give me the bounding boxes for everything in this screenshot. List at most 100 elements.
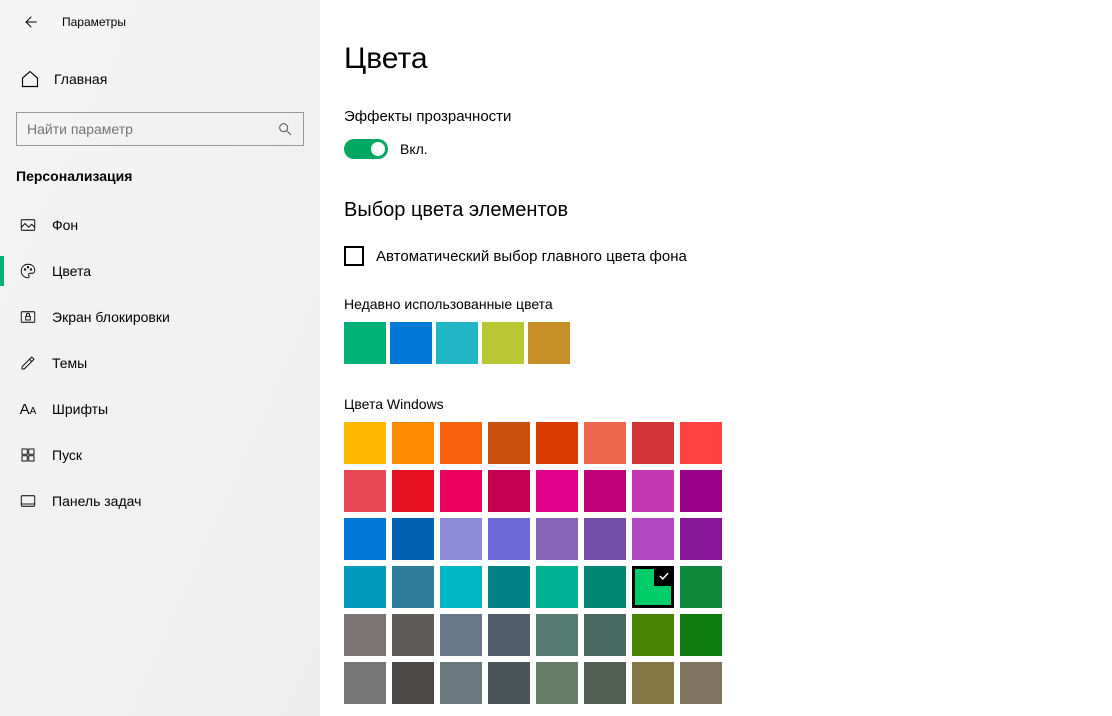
- windows-color-swatch[interactable]: [680, 662, 722, 704]
- home-link[interactable]: Главная: [0, 58, 320, 100]
- windows-color-swatch[interactable]: [632, 566, 674, 608]
- auto-pick-checkbox[interactable]: [344, 246, 364, 266]
- recent-color-swatch[interactable]: [528, 322, 570, 364]
- nav-item-colors[interactable]: Цвета: [0, 248, 320, 294]
- nav-item-lockscreen[interactable]: Экран блокировки: [0, 294, 320, 340]
- windows-color-swatch[interactable]: [392, 518, 434, 560]
- windows-colors-label: Цвета Windows: [344, 396, 1112, 412]
- windows-color-swatch[interactable]: [344, 470, 386, 512]
- colors-icon: [18, 261, 38, 281]
- nav-item-label: Пуск: [52, 447, 82, 463]
- auto-pick-row: Автоматический выбор главного цвета фона: [344, 246, 1112, 266]
- transparency-toggle-row: Вкл.: [344, 139, 1112, 159]
- windows-color-swatch[interactable]: [584, 470, 626, 512]
- taskbar-icon: [18, 491, 38, 511]
- windows-color-swatch[interactable]: [488, 470, 530, 512]
- windows-color-swatch[interactable]: [680, 470, 722, 512]
- nav-item-start[interactable]: Пуск: [0, 432, 320, 478]
- windows-color-swatch[interactable]: [680, 422, 722, 464]
- transparency-toggle[interactable]: [344, 139, 388, 159]
- windows-color-swatch[interactable]: [584, 662, 626, 704]
- windows-color-swatch[interactable]: [488, 518, 530, 560]
- windows-color-swatch[interactable]: [344, 422, 386, 464]
- recent-color-swatch[interactable]: [390, 322, 432, 364]
- home-icon: [20, 69, 40, 89]
- transparency-state-text: Вкл.: [400, 141, 428, 157]
- windows-color-swatch[interactable]: [440, 422, 482, 464]
- windows-color-swatch[interactable]: [632, 662, 674, 704]
- windows-color-swatch[interactable]: [392, 566, 434, 608]
- nav-item-label: Темы: [52, 355, 87, 371]
- windows-color-swatch[interactable]: [680, 518, 722, 560]
- windows-color-swatch[interactable]: [584, 518, 626, 560]
- search-input[interactable]: [27, 121, 277, 137]
- nav-item-label: Шрифты: [52, 401, 108, 417]
- windows-color-swatch[interactable]: [536, 566, 578, 608]
- windows-color-swatch[interactable]: [536, 614, 578, 656]
- windows-color-swatch[interactable]: [584, 566, 626, 608]
- windows-color-swatch[interactable]: [440, 470, 482, 512]
- windows-color-swatch[interactable]: [344, 614, 386, 656]
- windows-color-swatch[interactable]: [632, 422, 674, 464]
- recent-colors-row: [344, 322, 1112, 364]
- windows-color-swatch[interactable]: [584, 422, 626, 464]
- windows-color-swatch[interactable]: [344, 662, 386, 704]
- windows-color-swatch[interactable]: [680, 566, 722, 608]
- recent-color-swatch[interactable]: [344, 322, 386, 364]
- windows-color-swatch[interactable]: [344, 566, 386, 608]
- recent-color-swatch[interactable]: [482, 322, 524, 364]
- windows-color-swatch[interactable]: [488, 614, 530, 656]
- window-title: Параметры: [62, 15, 126, 29]
- windows-color-swatch[interactable]: [632, 518, 674, 560]
- windows-color-swatch[interactable]: [632, 614, 674, 656]
- windows-color-swatch[interactable]: [392, 470, 434, 512]
- nav-item-label: Панель задач: [52, 493, 141, 509]
- sidebar: Параметры Главная Персонализация Фон Цвет…: [0, 0, 320, 716]
- background-icon: [18, 215, 38, 235]
- nav-item-taskbar[interactable]: Панель задач: [0, 478, 320, 524]
- accent-section-title: Выбор цвета элементов: [344, 199, 1112, 222]
- fonts-icon: AA: [18, 399, 38, 419]
- home-label: Главная: [54, 71, 107, 87]
- back-arrow-icon: [22, 14, 38, 30]
- windows-color-swatch[interactable]: [488, 566, 530, 608]
- recent-color-swatch[interactable]: [436, 322, 478, 364]
- recent-colors-label: Недавно использованные цвета: [344, 296, 1112, 312]
- windows-color-swatch[interactable]: [488, 422, 530, 464]
- windows-color-swatch[interactable]: [392, 614, 434, 656]
- search-box[interactable]: [16, 112, 304, 146]
- windows-color-swatch[interactable]: [632, 470, 674, 512]
- windows-colors-grid: [344, 422, 1112, 706]
- auto-pick-label: Автоматический выбор главного цвета фона: [376, 248, 687, 265]
- nav-item-fonts[interactable]: AA Шрифты: [0, 386, 320, 432]
- windows-color-swatch[interactable]: [392, 422, 434, 464]
- nav-item-label: Экран блокировки: [52, 309, 170, 325]
- nav-item-themes[interactable]: Темы: [0, 340, 320, 386]
- nav-item-label: Фон: [52, 217, 78, 233]
- windows-color-swatch[interactable]: [584, 614, 626, 656]
- topbar: Параметры: [0, 0, 320, 44]
- windows-color-swatch[interactable]: [440, 566, 482, 608]
- windows-color-swatch[interactable]: [536, 470, 578, 512]
- windows-color-swatch[interactable]: [392, 662, 434, 704]
- checkmark-icon: [654, 566, 674, 586]
- transparency-label: Эффекты прозрачности: [344, 108, 1112, 125]
- lockscreen-icon: [18, 307, 38, 327]
- windows-color-swatch[interactable]: [488, 662, 530, 704]
- windows-color-swatch[interactable]: [536, 422, 578, 464]
- page-title: Цвета: [344, 42, 1112, 76]
- windows-color-swatch[interactable]: [680, 614, 722, 656]
- search-icon: [277, 121, 293, 137]
- content: Цвета Эффекты прозрачности Вкл. Выбор цв…: [320, 0, 1112, 716]
- nav-item-background[interactable]: Фон: [0, 202, 320, 248]
- category-title: Персонализация: [16, 168, 320, 184]
- windows-color-swatch[interactable]: [440, 662, 482, 704]
- windows-color-swatch[interactable]: [440, 614, 482, 656]
- nav: Фон Цвета Экран блокировки Темы AA Шрифты Пуск…: [0, 202, 320, 524]
- windows-color-swatch[interactable]: [440, 518, 482, 560]
- themes-icon: [18, 353, 38, 373]
- windows-color-swatch[interactable]: [344, 518, 386, 560]
- windows-color-swatch[interactable]: [536, 518, 578, 560]
- windows-color-swatch[interactable]: [536, 662, 578, 704]
- back-button[interactable]: [20, 12, 40, 32]
